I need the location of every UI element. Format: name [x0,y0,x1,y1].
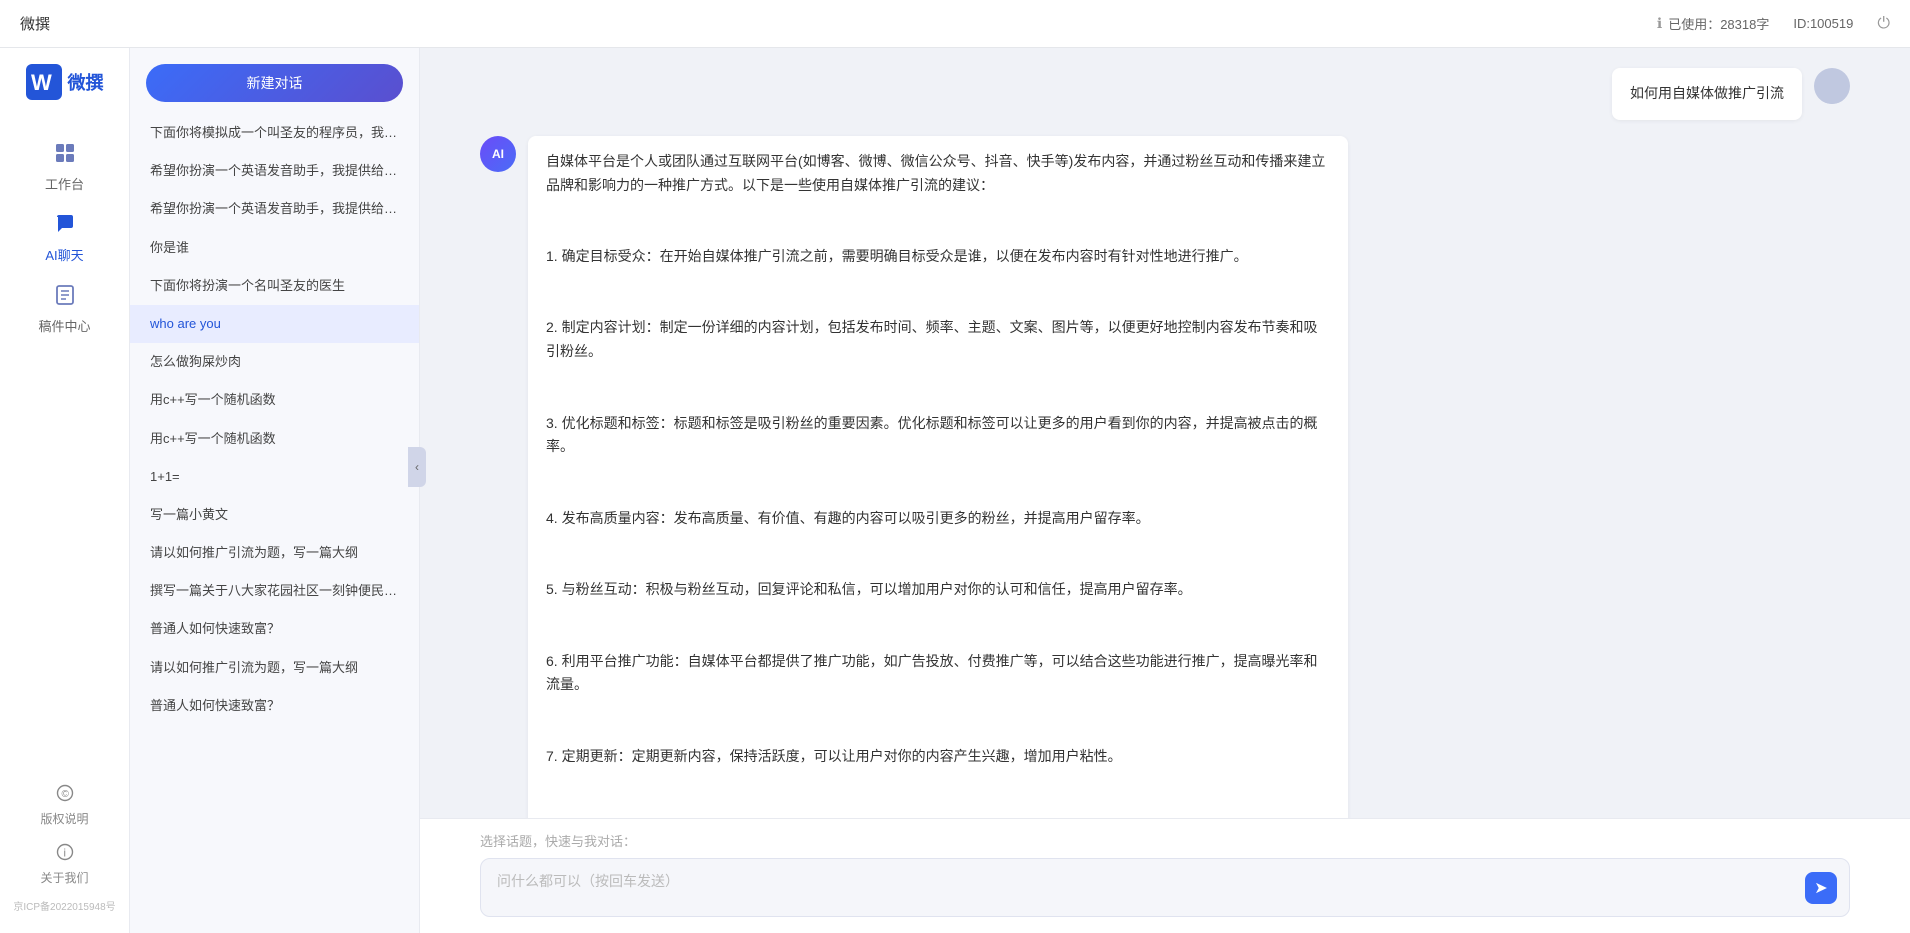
quick-prompt-label: 选择话题，快速与我对话： [480,831,1850,850]
nav-item-copyright[interactable]: © 版权说明 [0,776,129,835]
drafts-icon [54,284,76,312]
history-item[interactable]: 1+1= [130,458,419,496]
svg-text:©: © [61,789,69,800]
bottom-nav: © 版权说明 i 关于我们 京ICP备2022015948号 [0,776,129,917]
messages: 如何用自媒体做推广引流 AI 自媒体平台是个人或团队通过互联网平台(如博客、微博… [420,48,1910,818]
new-chat-button[interactable]: 新建对话 [146,64,403,102]
usage-info: ℹ 已使用：28318字 [1657,14,1769,33]
usage-label: 已使用：28318字 [1668,14,1769,33]
history-item[interactable]: 请以如何推广引流为题，写一篇大纲 [130,649,419,687]
nav-label-drafts: 稿件中心 [38,316,90,335]
input-area: 选择话题，快速与我对话： ➤ [420,818,1910,933]
history-item[interactable]: 希望你扮演一个英语发音助手，我提供给你... [130,190,419,228]
nav-label-copyright: 版权说明 [40,810,88,827]
logo-icon: W [26,64,62,100]
collapse-toggle[interactable]: ‹ [408,447,426,487]
left-nav: W 微撰 工作台 AI聊天 稿件中心 © [0,48,130,933]
nav-item-drafts[interactable]: 稿件中心 [0,274,129,345]
ai-avatar: AI [480,136,516,172]
topbar-title: 微撰 [20,13,50,34]
history-item[interactable]: 撰写一篇关于八大家花园社区一刻钟便民生... [130,572,419,610]
history-item[interactable]: 怎么做狗屎炒肉 [130,343,419,381]
history-sidebar: 新建对话 下面你将模拟成一个叫圣友的程序员，我说...希望你扮演一个英语发音助手… [130,48,420,933]
history-item[interactable]: 普通人如何快速致富？ [130,610,419,648]
info-icon: ℹ [1657,15,1662,32]
chat-icon [54,213,76,241]
copyright-icon: © [56,784,74,807]
history-item[interactable]: 下面你将模拟成一个叫圣友的程序员，我说... [130,114,419,152]
nav-item-workbench[interactable]: 工作台 [0,132,129,203]
logo-text: 微撰 [68,69,104,95]
history-item[interactable]: 用c++写一个随机函数 [130,381,419,419]
message-row-user: 如何用自媒体做推广引流 [480,68,1850,120]
history-item[interactable]: 请以如何推广引流为题，写一篇大纲 [130,534,419,572]
send-button[interactable]: ➤ [1805,872,1837,904]
about-icon: i [56,843,74,866]
nav-item-ai-chat[interactable]: AI聊天 [0,203,129,274]
history-item[interactable]: 普通人如何快速致富？ [130,687,419,725]
history-item[interactable]: 写一篇小黄文 [130,496,419,534]
topbar: 微撰 ℹ 已使用：28318字 ID:100519 ⏻ [0,0,1910,48]
history-list: 下面你将模拟成一个叫圣友的程序员，我说...希望你扮演一个英语发音助手，我提供给… [130,110,419,933]
user-message-bubble: 如何用自媒体做推广引流 [1612,68,1802,120]
history-item[interactable]: 希望你扮演一个英语发音助手，我提供给你... [130,152,419,190]
nav-label-ai-chat: AI聊天 [45,245,83,264]
main-layout: W 微撰 工作台 AI聊天 稿件中心 © [0,48,1910,933]
input-box-wrapper: ➤ [480,858,1850,917]
history-item[interactable]: 你是谁 [130,229,419,267]
nav-item-about[interactable]: i 关于我们 [0,835,129,894]
nav-label-about: 关于我们 [40,869,88,886]
send-icon: ➤ [1814,878,1827,898]
icp-text: 京ICP备2022015948号 [0,894,129,917]
topbar-right: ℹ 已使用：28318字 ID:100519 ⏻ [1657,14,1890,33]
history-item[interactable]: who are you [130,305,419,343]
ai-message-bubble: 自媒体平台是个人或团队通过互联网平台(如博客、微博、微信公众号、抖音、快手等)发… [528,136,1348,818]
history-item[interactable]: 用c++写一个随机函数 [130,420,419,458]
power-button[interactable]: ⏻ [1877,15,1890,33]
user-message-text: 如何用自媒体做推广引流 [1630,85,1784,101]
id-label: ID:100519 [1793,16,1853,31]
logo-area: W 微撰 [16,64,114,100]
message-input[interactable] [481,859,1849,911]
svg-text:W: W [31,70,52,95]
workbench-icon [54,142,76,170]
chat-area: 如何用自媒体做推广引流 AI 自媒体平台是个人或团队通过互联网平台(如博客、微博… [420,48,1910,933]
message-row-ai: AI 自媒体平台是个人或团队通过互联网平台(如博客、微博、微信公众号、抖音、快手… [480,136,1850,818]
user-avatar [1814,68,1850,104]
history-item[interactable]: 下面你将扮演一个名叫圣友的医生 [130,267,419,305]
nav-label-workbench: 工作台 [45,174,84,193]
svg-text:i: i [63,848,65,860]
